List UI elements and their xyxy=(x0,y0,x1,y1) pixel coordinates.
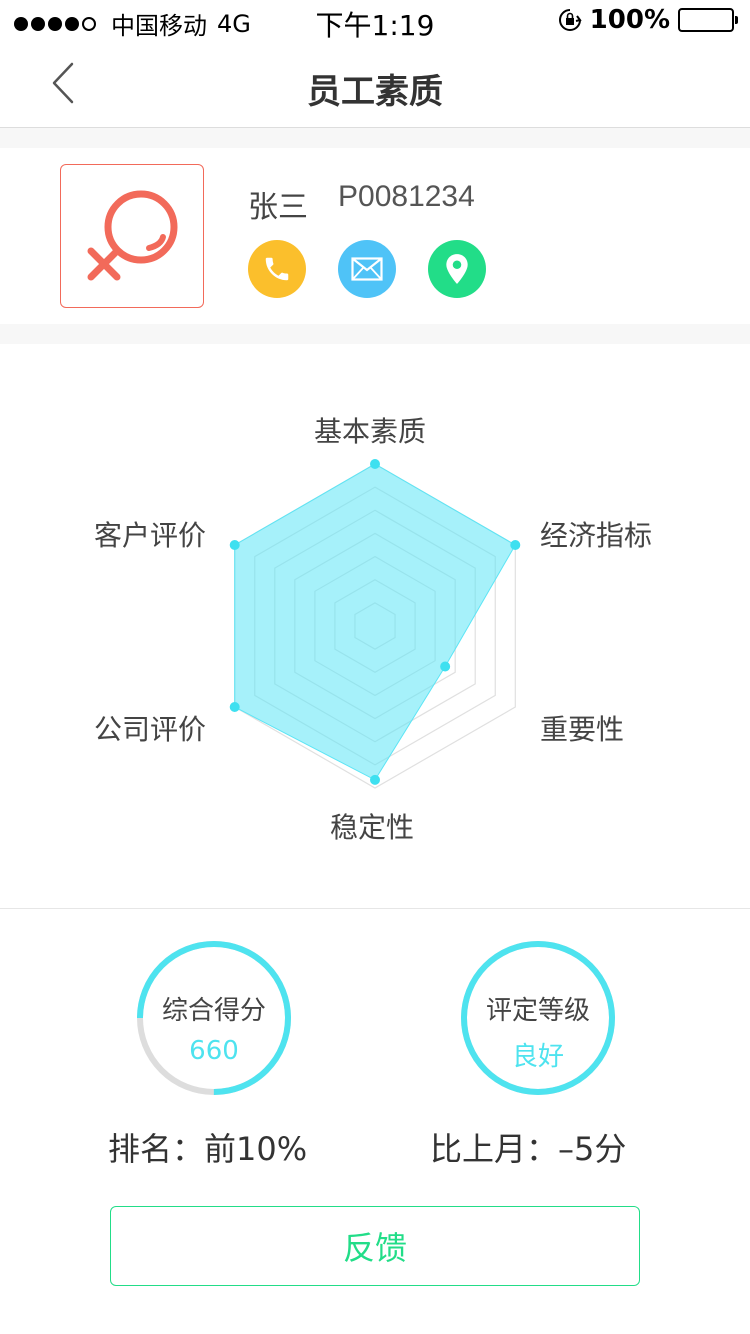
radar-label-importance: 重要性 xyxy=(540,713,625,746)
battery-percent: 100% xyxy=(589,5,670,35)
radar-data-point xyxy=(510,540,521,550)
radar-label-stability: 稳定性 xyxy=(330,811,415,844)
radar-label-company-rating: 公司评价 xyxy=(94,713,207,746)
feedback-button[interactable]: 反馈 xyxy=(110,1206,640,1286)
grade-ring: 评定等级 良好 xyxy=(458,938,618,1098)
radar-label-economic-indicator: 经济指标 xyxy=(540,519,653,552)
radar-chart: 基本素质 经济指标 重要性 稳定性 公司评价 客户评价 xyxy=(0,344,750,908)
section-gap xyxy=(0,128,750,148)
radar-label-basic-quality: 基本素质 xyxy=(314,415,427,448)
radar-data-point xyxy=(440,661,451,672)
phone-icon xyxy=(265,257,289,281)
profile-card: 张三 P0081234 xyxy=(0,148,750,324)
radar-data-point xyxy=(370,459,380,469)
radar-data-point xyxy=(370,774,380,785)
avatar xyxy=(60,164,204,308)
nav-bar: 员工素质 xyxy=(0,40,750,128)
mail-icon xyxy=(351,257,383,281)
radar-data-point xyxy=(229,540,240,550)
radar-data-point xyxy=(229,702,240,712)
score-ring: 综合得分 660 xyxy=(134,938,294,1098)
rotation-lock-icon xyxy=(558,9,582,31)
score-value: 660 xyxy=(189,1036,239,1066)
employee-id: P0081234 xyxy=(338,180,475,213)
female-symbol-icon xyxy=(87,190,178,281)
grade-value: 良好 xyxy=(511,1042,564,1072)
rank-text: 排名：前10% xyxy=(108,1130,308,1168)
battery-icon xyxy=(678,8,738,32)
call-button[interactable] xyxy=(248,240,306,298)
status-bar: 中国移动 4G 下午1:19 100% xyxy=(0,0,750,42)
page-title: 员工素质 xyxy=(307,72,443,112)
radar-label-customer-rating: 客户评价 xyxy=(94,519,207,552)
divider xyxy=(0,908,750,909)
status-right: 100% xyxy=(558,5,738,35)
location-icon xyxy=(446,254,468,284)
employee-name: 张三 xyxy=(248,190,308,225)
radar-data-area xyxy=(234,463,516,781)
email-button[interactable] xyxy=(338,240,396,298)
score-title: 综合得分 xyxy=(161,996,266,1026)
monthly-change-text: 比上月：–5分 xyxy=(430,1130,627,1168)
section-gap xyxy=(0,324,750,344)
location-button[interactable] xyxy=(428,240,486,298)
grade-title: 评定等级 xyxy=(485,996,590,1026)
